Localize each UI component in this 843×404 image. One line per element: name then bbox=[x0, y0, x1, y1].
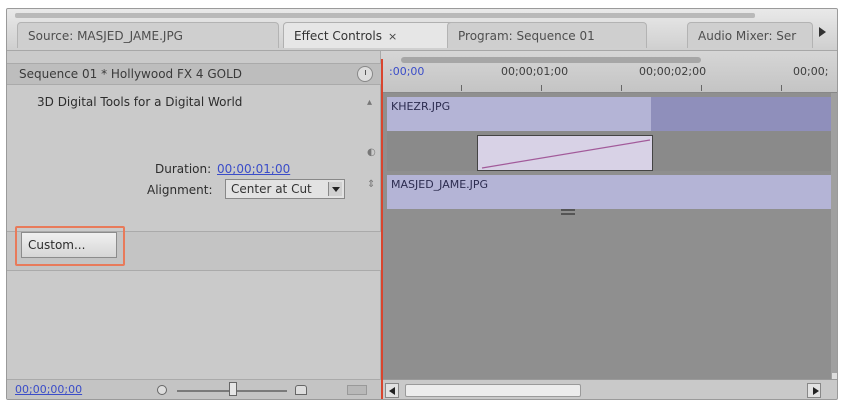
alignment-value: Center at Cut bbox=[231, 182, 312, 196]
effect-description: 3D Digital Tools for a Digital World bbox=[37, 95, 243, 109]
close-icon[interactable]: × bbox=[388, 30, 397, 43]
vertical-scrollbar[interactable] bbox=[831, 93, 837, 393]
tab-audio-mixer[interactable]: Audio Mixer: Ser bbox=[687, 22, 813, 48]
clip-a-label: KHEZR.JPG bbox=[391, 100, 451, 113]
ruler-tick: 00;00;01;00 bbox=[501, 65, 569, 78]
panel-menu-arrow-icon[interactable] bbox=[819, 27, 826, 37]
ruler-tick: 00;00;02;00 bbox=[639, 65, 707, 78]
footer-control[interactable] bbox=[347, 385, 367, 395]
clock-icon[interactable] bbox=[357, 66, 373, 82]
tab-program-label: Program: Sequence 01 bbox=[458, 29, 595, 43]
alignment-select[interactable]: Center at Cut bbox=[225, 179, 345, 199]
ruler-minor-tick bbox=[541, 85, 542, 91]
transition-ramp bbox=[481, 139, 651, 169]
work-area-bar[interactable] bbox=[401, 57, 701, 63]
ruler-minor-tick bbox=[621, 85, 622, 91]
chevron-down-icon[interactable] bbox=[328, 182, 342, 196]
ruler-minor-tick bbox=[701, 85, 702, 91]
tab-strip: Source: MASJED_JAME.JPG Effect Controls ×… bbox=[7, 9, 837, 51]
custom-button-highlight bbox=[15, 226, 125, 266]
transition-clip[interactable] bbox=[477, 135, 653, 171]
tab-effect-controls[interactable]: Effect Controls × bbox=[283, 22, 455, 48]
clip-a[interactable]: KHEZR.JPG bbox=[387, 97, 651, 131]
zoom-in-icon[interactable] bbox=[295, 385, 307, 395]
ruler-tick: 00;00; bbox=[793, 65, 829, 78]
ruler-minor-tick bbox=[461, 85, 462, 91]
horizontal-scroll-thumb[interactable] bbox=[405, 384, 581, 397]
tab-audio-mixer-label: Audio Mixer: Ser bbox=[698, 29, 797, 43]
alignment-label: Alignment: bbox=[147, 183, 213, 197]
marker-icon: ⇕ bbox=[367, 179, 376, 190]
left-footer: 00;00;00;00 bbox=[7, 379, 381, 399]
side-markers: ▴ ◐ ⇕ bbox=[365, 97, 379, 237]
clip-a-tail[interactable] bbox=[651, 97, 833, 131]
arrow-right-icon[interactable] bbox=[807, 383, 821, 398]
duration-value[interactable]: 00;00;01;00 bbox=[217, 162, 290, 176]
marker-icon: ▴ bbox=[367, 97, 373, 108]
playhead[interactable] bbox=[381, 59, 383, 399]
tab-effect-controls-label: Effect Controls bbox=[294, 29, 382, 43]
effect-title: Sequence 01 * Hollywood FX 4 GOLD bbox=[19, 67, 243, 81]
effect-header: Sequence 01 * Hollywood FX 4 GOLD bbox=[7, 63, 381, 85]
tab-source-label: Source: MASJED_JAME.JPG bbox=[28, 29, 183, 43]
effect-controls-panel: Sequence 01 * Hollywood FX 4 GOLD 3D Dig… bbox=[7, 51, 381, 399]
ruler-tick: :00;00 bbox=[389, 65, 425, 78]
effect-controls-window: Source: MASJED_JAME.JPG Effect Controls ×… bbox=[6, 8, 838, 400]
ruler-minor-tick bbox=[781, 85, 782, 91]
track-handle-icon[interactable] bbox=[561, 209, 575, 215]
tab-source[interactable]: Source: MASJED_JAME.JPG bbox=[17, 22, 279, 48]
tab-strip-bar bbox=[15, 13, 755, 18]
timeline-scrollbar bbox=[381, 379, 837, 399]
tab-program[interactable]: Program: Sequence 01 bbox=[447, 22, 647, 48]
zoom-slider-thumb[interactable] bbox=[229, 382, 237, 396]
timeline-panel: :00;00 00;00;01;00 00;00;02;00 00;00; KH… bbox=[381, 51, 837, 399]
arrow-left-icon[interactable] bbox=[385, 383, 399, 398]
clip-b[interactable]: MASJED_JAME.JPG bbox=[387, 175, 833, 209]
current-timecode[interactable]: 00;00;00;00 bbox=[15, 383, 82, 396]
marker-icon: ◐ bbox=[367, 147, 376, 158]
duration-label: Duration: bbox=[155, 162, 212, 176]
zoom-out-icon[interactable] bbox=[157, 385, 167, 395]
time-ruler[interactable]: :00;00 00;00;01;00 00;00;02;00 00;00; bbox=[381, 51, 837, 93]
clip-b-label: MASJED_JAME.JPG bbox=[391, 178, 489, 191]
